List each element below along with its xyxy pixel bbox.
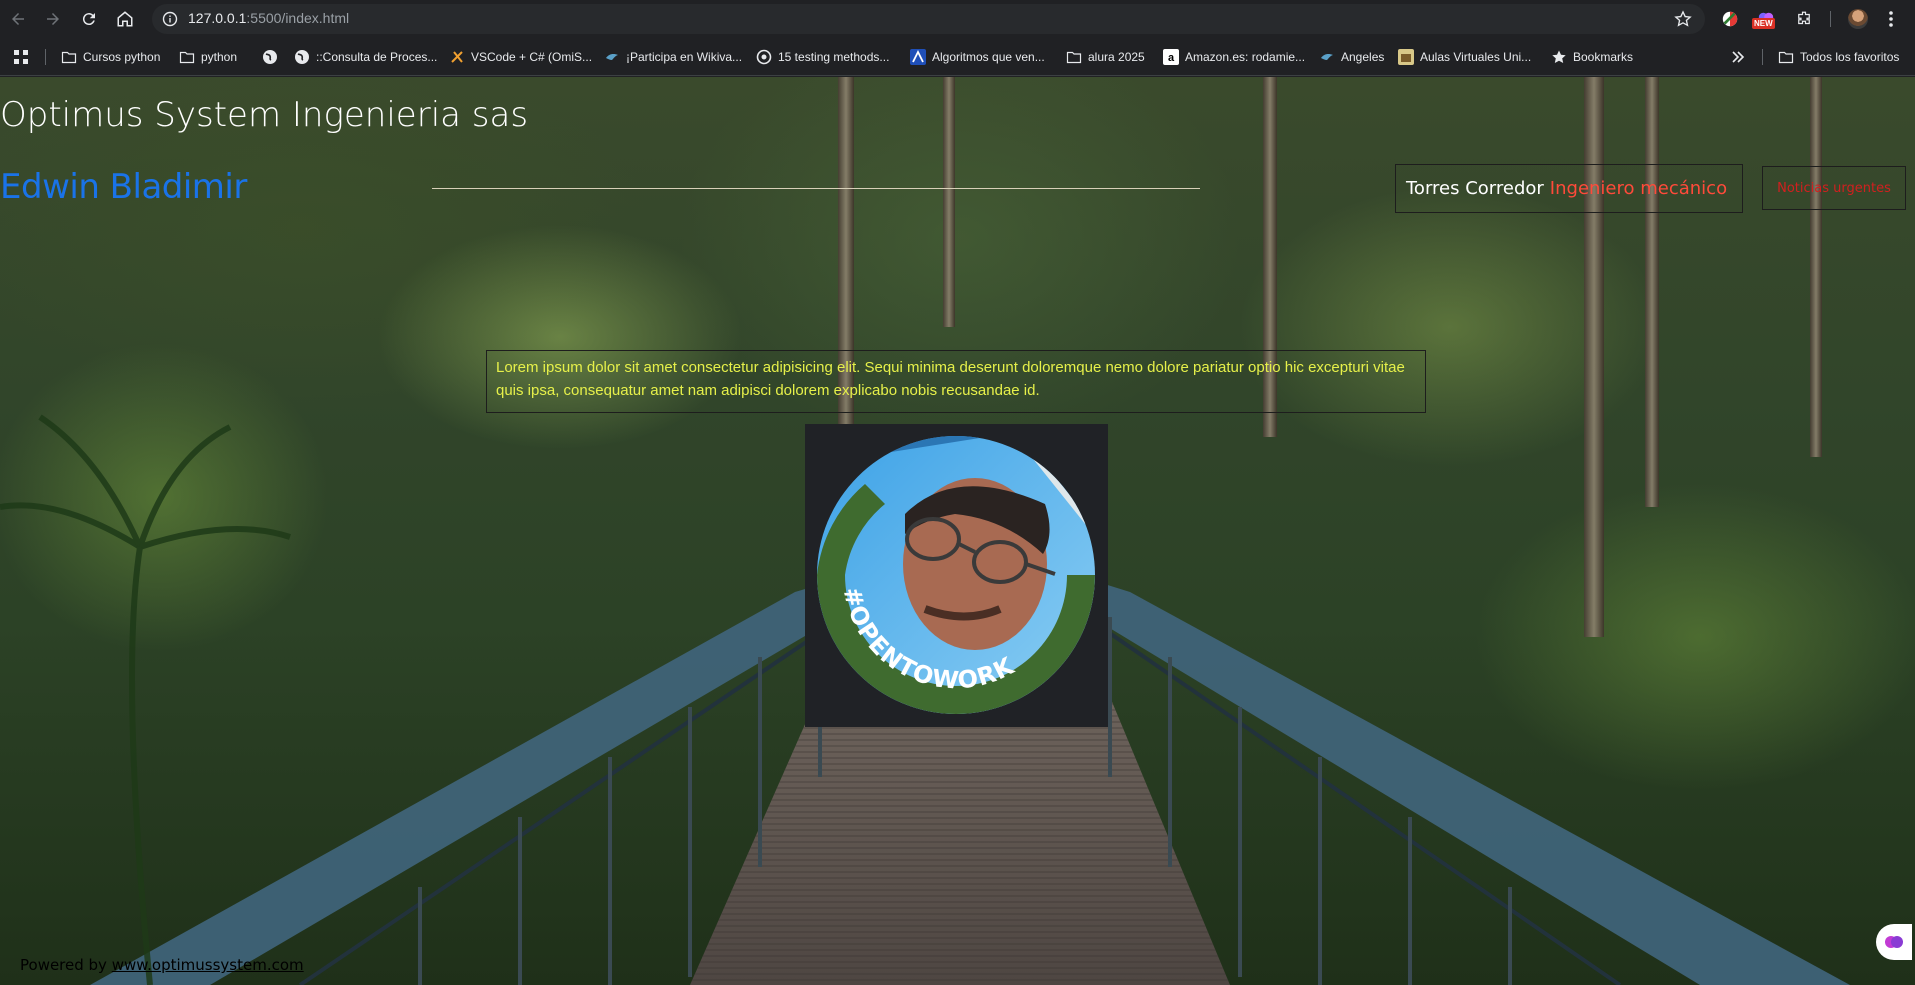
- bookmark-label: python: [201, 50, 238, 64]
- arrow-right-icon: [47, 13, 59, 25]
- folder-icon: [1066, 51, 1082, 64]
- more-bookmarks-button[interactable]: [1730, 47, 1746, 67]
- bookmark-label: Bookmarks: [1573, 50, 1634, 64]
- bookmarks-divider: [1762, 49, 1763, 65]
- urgent-news-button[interactable]: Noticias urgentes: [1762, 166, 1906, 210]
- role-label: Ingeniero mecánico: [1549, 178, 1728, 199]
- name-role-box: Torres Corredor Ingeniero mecánico: [1395, 164, 1743, 213]
- first-name-heading: Edwin Bladimir: [0, 167, 247, 207]
- bookmark-label: ¡Participa en Wikiva...: [626, 50, 743, 64]
- bookmark-item[interactable]: [262, 47, 278, 67]
- bookmark-item[interactable]: python: [179, 47, 237, 67]
- globe-icon: [295, 50, 309, 64]
- bookmark-item[interactable]: a Amazon.es: rodamie...: [1163, 47, 1305, 67]
- bookmark-label: Aulas Virtuales Uni...: [1420, 50, 1532, 64]
- site-title: Optimus System Ingenieria sas: [0, 95, 529, 135]
- all-bookmarks-folder[interactable]: Todos los favoritos: [1778, 47, 1899, 67]
- bookmark-item[interactable]: ¡Participa en Wikiva...: [604, 47, 742, 67]
- bookmark-item[interactable]: alura 2025: [1066, 47, 1145, 67]
- testing-icon: [756, 49, 772, 65]
- globe-icon: [263, 50, 277, 64]
- menu-kebab-icon[interactable]: [1886, 9, 1896, 29]
- svg-text:a: a: [1168, 52, 1175, 64]
- extension-color-icon[interactable]: [1719, 8, 1741, 30]
- header-divider: [432, 188, 1200, 189]
- browser-toolbar: 127.0.0.1:5500/index.html NEW: [0, 0, 1915, 38]
- footer: Powered by www.optimussystem.com: [20, 956, 304, 974]
- profile-avatar[interactable]: [1848, 9, 1868, 29]
- algorithm-site-icon: [910, 49, 926, 65]
- site-info-icon[interactable]: [162, 11, 178, 27]
- bookmark-item[interactable]: 15 testing methods...: [756, 47, 889, 67]
- bookmark-item[interactable]: Aulas Virtuales Uni...: [1398, 47, 1531, 67]
- folder-icon: [61, 51, 77, 64]
- page-viewport: Optimus System Ingenieria sas Edwin Blad…: [0, 77, 1915, 985]
- bird-icon: [606, 54, 618, 60]
- footer-link[interactable]: www.optimussystem.com: [112, 956, 304, 974]
- toolbar-divider: [1830, 11, 1831, 27]
- star-icon: [1552, 50, 1566, 63]
- bookmark-label: Algoritmos que ven...: [932, 50, 1045, 64]
- chevron-double-right-icon: [1732, 51, 1745, 63]
- back-button[interactable]: [5, 6, 31, 32]
- home-button[interactable]: [112, 6, 138, 32]
- profile-photo: #OPENTOWORK: [805, 424, 1108, 727]
- assistant-floating-button[interactable]: [1876, 924, 1912, 960]
- bookmarks-bar: Cursos python python ::Consulta de Proce…: [0, 38, 1915, 76]
- bookmark-item[interactable]: ::Consulta de Proces...: [294, 47, 437, 67]
- bird-icon: [1321, 54, 1333, 60]
- footer-prefix: Powered by: [20, 956, 107, 974]
- url-text[interactable]: 127.0.0.1:5500/index.html: [188, 10, 349, 26]
- bookmark-star-icon[interactable]: [1673, 9, 1693, 29]
- bookmark-item[interactable]: Angeles: [1319, 47, 1384, 67]
- reload-icon: [82, 13, 95, 26]
- bookmarks-divider: [45, 49, 46, 65]
- url-host: 127.0.0.1: [188, 10, 247, 26]
- last-name: Torres Corredor: [1406, 178, 1544, 199]
- university-icon: [1398, 49, 1414, 65]
- bookmark-label: Cursos python: [83, 50, 161, 64]
- apps-grid-icon: [14, 50, 28, 64]
- bookmark-label: Angeles: [1341, 50, 1385, 64]
- folder-icon: [1778, 51, 1794, 64]
- url-path: :5500/index.html: [246, 10, 350, 26]
- home-icon: [117, 11, 133, 27]
- bookmark-label: Todos los favoritos: [1800, 50, 1900, 64]
- apps-grid-button[interactable]: [13, 47, 29, 67]
- bookmark-label: Amazon.es: rodamie...: [1185, 50, 1306, 64]
- new-badge: NEW: [1752, 18, 1775, 29]
- amazon-icon: a: [1163, 49, 1179, 65]
- extensions-puzzle-icon[interactable]: [1793, 8, 1815, 30]
- arrow-left-icon: [12, 13, 24, 25]
- bookmark-label: VSCode + C# (OmiS...: [471, 50, 593, 64]
- bookmark-item[interactable]: VSCode + C# (OmiS...: [449, 47, 592, 67]
- vscode-icon: [451, 51, 463, 63]
- bookmark-item[interactable]: Cursos python: [61, 47, 160, 67]
- bookmark-label: ::Consulta de Proces...: [316, 50, 438, 64]
- bookmark-item[interactable]: Bookmarks: [1551, 47, 1633, 67]
- bookmark-item[interactable]: Algoritmos que ven...: [910, 47, 1045, 67]
- description-text: Lorem ipsum dolor sit amet consectetur a…: [486, 350, 1426, 413]
- forward-button[interactable]: [40, 6, 66, 32]
- reload-button[interactable]: [76, 6, 102, 32]
- bookmark-label: 15 testing methods...: [778, 50, 890, 64]
- folder-icon: [179, 51, 195, 64]
- brain-icon: [1885, 936, 1903, 948]
- bookmark-label: alura 2025: [1088, 50, 1145, 64]
- address-bar[interactable]: 127.0.0.1:5500/index.html: [152, 4, 1705, 34]
- opentowork-avatar: #OPENTOWORK: [817, 436, 1095, 714]
